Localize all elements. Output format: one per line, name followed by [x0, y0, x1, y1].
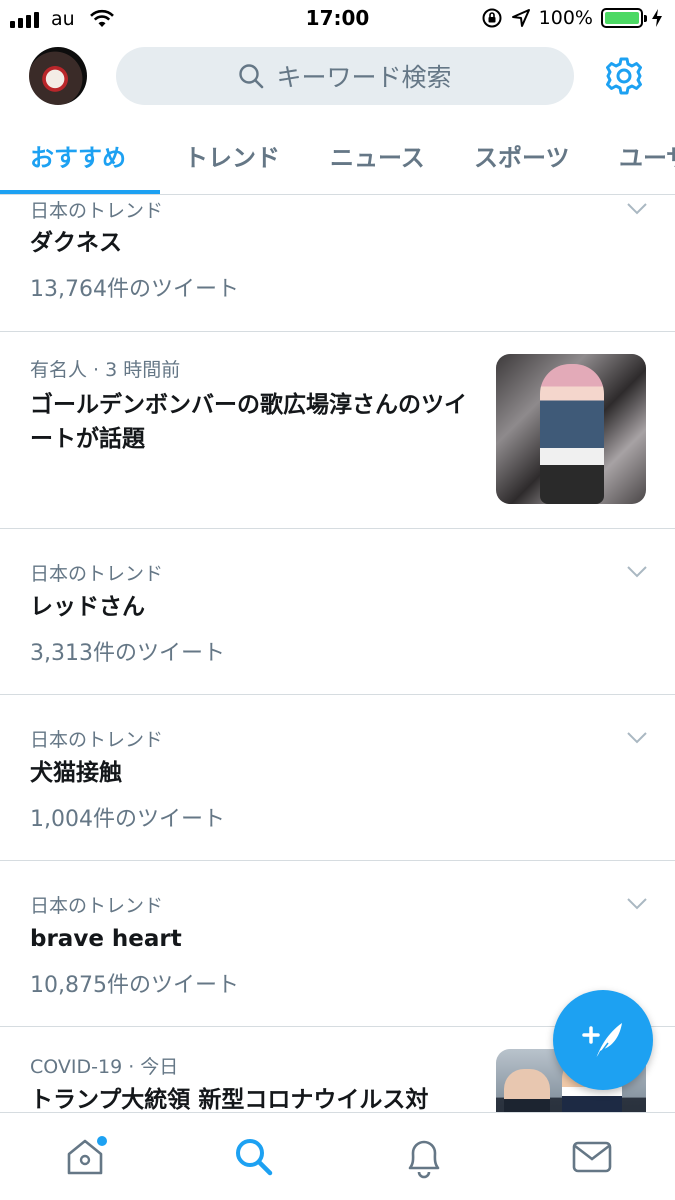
tweet-count: 1,004件のツイート [30, 807, 225, 832]
chevron-down-icon[interactable] [626, 202, 648, 216]
tweet-count: 13,764件のツイート [30, 277, 239, 302]
gear-icon[interactable] [604, 56, 644, 96]
tab-trends[interactable]: トレンド [184, 138, 280, 173]
thumbnail-person [540, 364, 604, 504]
news-thumbnail [496, 354, 646, 504]
chevron-down-icon[interactable] [626, 731, 648, 745]
status-right: 100% [481, 7, 663, 29]
search-icon [239, 64, 264, 89]
location-arrow-icon [511, 9, 530, 27]
status-bar: au 17:00 100% [0, 0, 675, 38]
trend-title: brave heart [30, 926, 182, 952]
news-context: 有名人 · 3 時間前 [30, 359, 181, 381]
tab-sports[interactable]: スポーツ [474, 138, 570, 173]
trend-context: 日本のトレンド [30, 729, 164, 751]
trend-context: 日本のトレンド [30, 200, 164, 222]
trend-item[interactable]: 日本のトレンド ダクネス 13,764件のツイート [0, 196, 675, 332]
trends-feed: 日本のトレンド ダクネス 13,764件のツイート 有名人 · 3 時間前 ゴー… [0, 196, 675, 1112]
tweet-count: 3,313件のツイート [30, 641, 225, 666]
charging-bolt-icon [652, 9, 662, 27]
news-context: COVID-19 · 今日 [30, 1056, 179, 1078]
battery-icon [601, 8, 647, 28]
tab-news[interactable]: ニュース [330, 138, 425, 173]
search-bar-content: キーワード検索 [238, 58, 452, 94]
messages-icon[interactable] [570, 1135, 614, 1179]
thumbnail-person [504, 1069, 550, 1112]
trend-context: 日本のトレンド [30, 895, 164, 917]
home-icon[interactable] [64, 1135, 108, 1179]
trend-item[interactable]: 日本のトレンド レッドさん 3,313件のツイート [0, 529, 675, 695]
trend-title: 犬猫接触 [30, 760, 122, 786]
profile-avatar[interactable] [29, 47, 87, 105]
search-icon[interactable] [232, 1135, 276, 1179]
chevron-down-icon[interactable] [626, 565, 648, 579]
trend-item[interactable]: 日本のトレンド 犬猫接触 1,004件のツイート [0, 695, 675, 861]
notifications-icon[interactable] [402, 1135, 446, 1179]
chevron-down-icon[interactable] [626, 897, 648, 911]
trend-title: ダクネス [30, 230, 122, 256]
compose-tweet-button[interactable] [553, 990, 653, 1090]
battery-percentage: 100% [538, 7, 593, 29]
battery-level [605, 12, 639, 24]
trend-context: 日本のトレンド [30, 563, 164, 585]
news-title: ゴールデンボンバーの歌広場淳さんのツイートが話題 [30, 392, 467, 452]
tab-recommended[interactable]: おすすめ [30, 138, 126, 173]
news-item[interactable]: 有名人 · 3 時間前 ゴールデンボンバーの歌広場淳さんのツイートが話題 [0, 332, 675, 529]
search-placeholder: キーワード検索 [276, 63, 452, 92]
compose-tweet-icon [582, 1023, 622, 1060]
search-bar[interactable]: キーワード検索 [116, 47, 574, 105]
bottom-tab-bar [0, 1112, 675, 1200]
active-tab-indicator [0, 190, 160, 194]
explore-tabs: おすすめ トレンド ニュース スポーツ ユーザ [0, 120, 675, 195]
tab-users[interactable]: ユーザ [619, 138, 675, 173]
tweet-count: 10,875件のツイート [30, 973, 239, 998]
home-notification-dot [97, 1136, 107, 1146]
trend-title: レッドさん [30, 594, 145, 620]
news-title: トランプ大統領 新型コロナウイルス対 [30, 1087, 429, 1112]
orientation-lock-icon [482, 8, 502, 28]
top-header: キーワード検索 [0, 38, 675, 118]
